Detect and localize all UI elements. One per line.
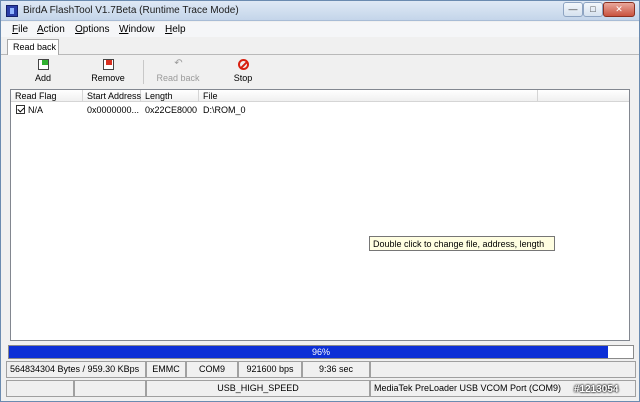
- list-header: Read Flag Start Address Length File: [11, 90, 629, 102]
- status-usb-speed: USB_HIGH_SPEED: [146, 380, 370, 397]
- read-flag-checkbox[interactable]: [16, 105, 25, 114]
- app-window: BirdA FlashTool V1.7Beta (Runtime Trace …: [0, 0, 640, 402]
- status-port: COM9: [186, 361, 238, 378]
- status-baud: 921600 bps: [238, 361, 302, 378]
- menu-file[interactable]: File: [12, 24, 28, 35]
- column-filler: [538, 90, 629, 102]
- menu-window-label: indow: [128, 24, 155, 35]
- close-button[interactable]: ✕: [603, 2, 635, 17]
- status-empty-1: [370, 361, 636, 378]
- status-bytes: 564834304 Bytes / 959.30 KBps: [6, 361, 146, 378]
- toolbar: Add Remove ↶ Read back Stop: [3, 56, 637, 88]
- toolbar-separator: [143, 60, 144, 84]
- status-empty-3: [74, 380, 146, 397]
- row-file: D:\ROM_0: [203, 105, 246, 115]
- read-back-button[interactable]: ↶ Read back: [148, 58, 208, 86]
- undo-arrow-icon: ↶: [174, 58, 183, 69]
- remove-icon: [103, 59, 114, 70]
- menu-options-accel: O: [75, 24, 83, 35]
- menu-bar: File Action Options Window Help: [1, 22, 639, 37]
- menu-file-label: ile: [18, 24, 29, 35]
- read-back-list[interactable]: Read Flag Start Address Length File N/A …: [10, 89, 630, 341]
- maximize-button[interactable]: □: [583, 2, 603, 17]
- tooltip: Double click to change file, address, le…: [369, 236, 555, 251]
- stop-icon: [238, 59, 249, 70]
- status-time: 9:36 sec: [302, 361, 370, 378]
- add-icon: [38, 59, 49, 70]
- row-length: 0x22CE8000: [145, 105, 198, 115]
- column-read-flag[interactable]: Read Flag: [11, 90, 83, 102]
- menu-options[interactable]: Options: [75, 24, 109, 35]
- menu-window[interactable]: Window: [119, 24, 155, 35]
- status-empty-2: [6, 380, 74, 397]
- menu-help[interactable]: Help: [165, 24, 186, 35]
- minimize-button[interactable]: —: [563, 2, 583, 17]
- menu-action-accel: A: [37, 24, 44, 35]
- add-button[interactable]: Add: [13, 58, 73, 86]
- remove-button[interactable]: Remove: [78, 58, 138, 86]
- column-length[interactable]: Length: [141, 90, 199, 102]
- title-bar[interactable]: BirdA FlashTool V1.7Beta (Runtime Trace …: [1, 1, 639, 21]
- stop-button[interactable]: Stop: [213, 58, 273, 86]
- menu-help-label: elp: [172, 24, 186, 35]
- row-read-flag: N/A: [28, 105, 44, 115]
- read-back-button-label: Read back: [156, 73, 200, 83]
- watermark: #1213054: [574, 384, 619, 395]
- row-start-address: 0x0000000...: [87, 105, 140, 115]
- stop-button-label: Stop: [233, 73, 253, 83]
- column-file[interactable]: File: [199, 90, 538, 102]
- progress-label: 96%: [311, 347, 330, 357]
- status-bar: 564834304 Bytes / 959.30 KBps EMMC COM9 …: [6, 361, 636, 399]
- menu-action[interactable]: Action: [37, 24, 65, 35]
- table-row[interactable]: N/A 0x0000000... 0x22CE8000 D:\ROM_0: [11, 104, 629, 116]
- add-button-label: Add: [34, 73, 51, 83]
- remove-button-label: Remove: [91, 73, 125, 83]
- column-start-address[interactable]: Start Address: [83, 90, 141, 102]
- progress-bar: 96%: [8, 345, 634, 359]
- window-title: BirdA FlashTool V1.7Beta (Runtime Trace …: [23, 5, 239, 16]
- tab-read-back[interactable]: Read back: [7, 39, 59, 55]
- menu-action-label: ction: [43, 24, 65, 35]
- app-icon[interactable]: [6, 5, 18, 17]
- status-storage: EMMC: [146, 361, 186, 378]
- tab-strip: Read back: [1, 37, 639, 55]
- menu-options-label: ptions: [82, 24, 110, 35]
